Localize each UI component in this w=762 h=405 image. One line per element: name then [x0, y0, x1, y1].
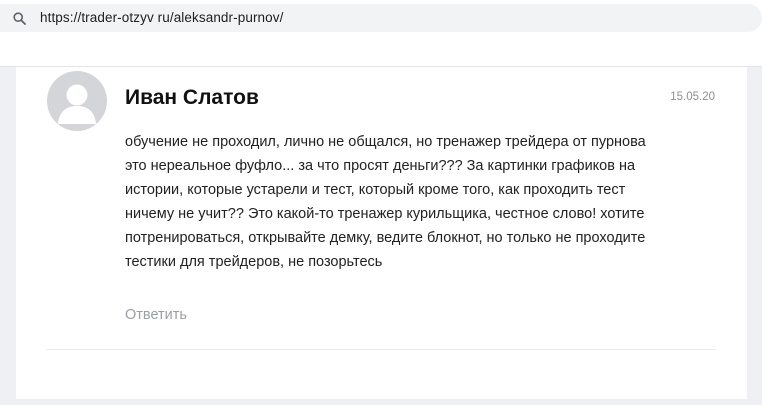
user-placeholder-icon: [58, 84, 96, 124]
comment-line: обучение не проходил, лично не общался, …: [125, 134, 646, 150]
browser-toolbar: https://trader-otzyv ru/aleksandr-purnov…: [0, 0, 762, 67]
avatar: [47, 71, 107, 131]
comment-divider: [47, 349, 716, 350]
comment-date: 15.05.20: [670, 91, 715, 103]
comment-author: Иван Слатов: [125, 86, 259, 109]
address-bar[interactable]: https://trader-otzyv ru/aleksandr-purnov…: [0, 4, 762, 32]
comment-line: тестики для трейдеров, не позорьтесь: [125, 254, 383, 270]
url-text[interactable]: https://trader-otzyv ru/aleksandr-purnov…: [40, 10, 283, 25]
comment-line: истории, которые устарели и тест, которы…: [125, 182, 626, 198]
comment-line: ничему не учит?? Это какой-то тренажер к…: [125, 206, 645, 222]
comment-line: потренироваться, открывайте демку, ведит…: [125, 230, 646, 246]
search-icon: [13, 12, 26, 25]
reply-button[interactable]: Ответить: [125, 307, 187, 323]
comment-text: обучение не проходил, лично не общался, …: [125, 130, 725, 274]
comment-card: Иван Слатов 15.05.20 обучение не проходи…: [16, 67, 747, 399]
comment-line: это нереальное фуфло... за что просят де…: [125, 158, 636, 174]
